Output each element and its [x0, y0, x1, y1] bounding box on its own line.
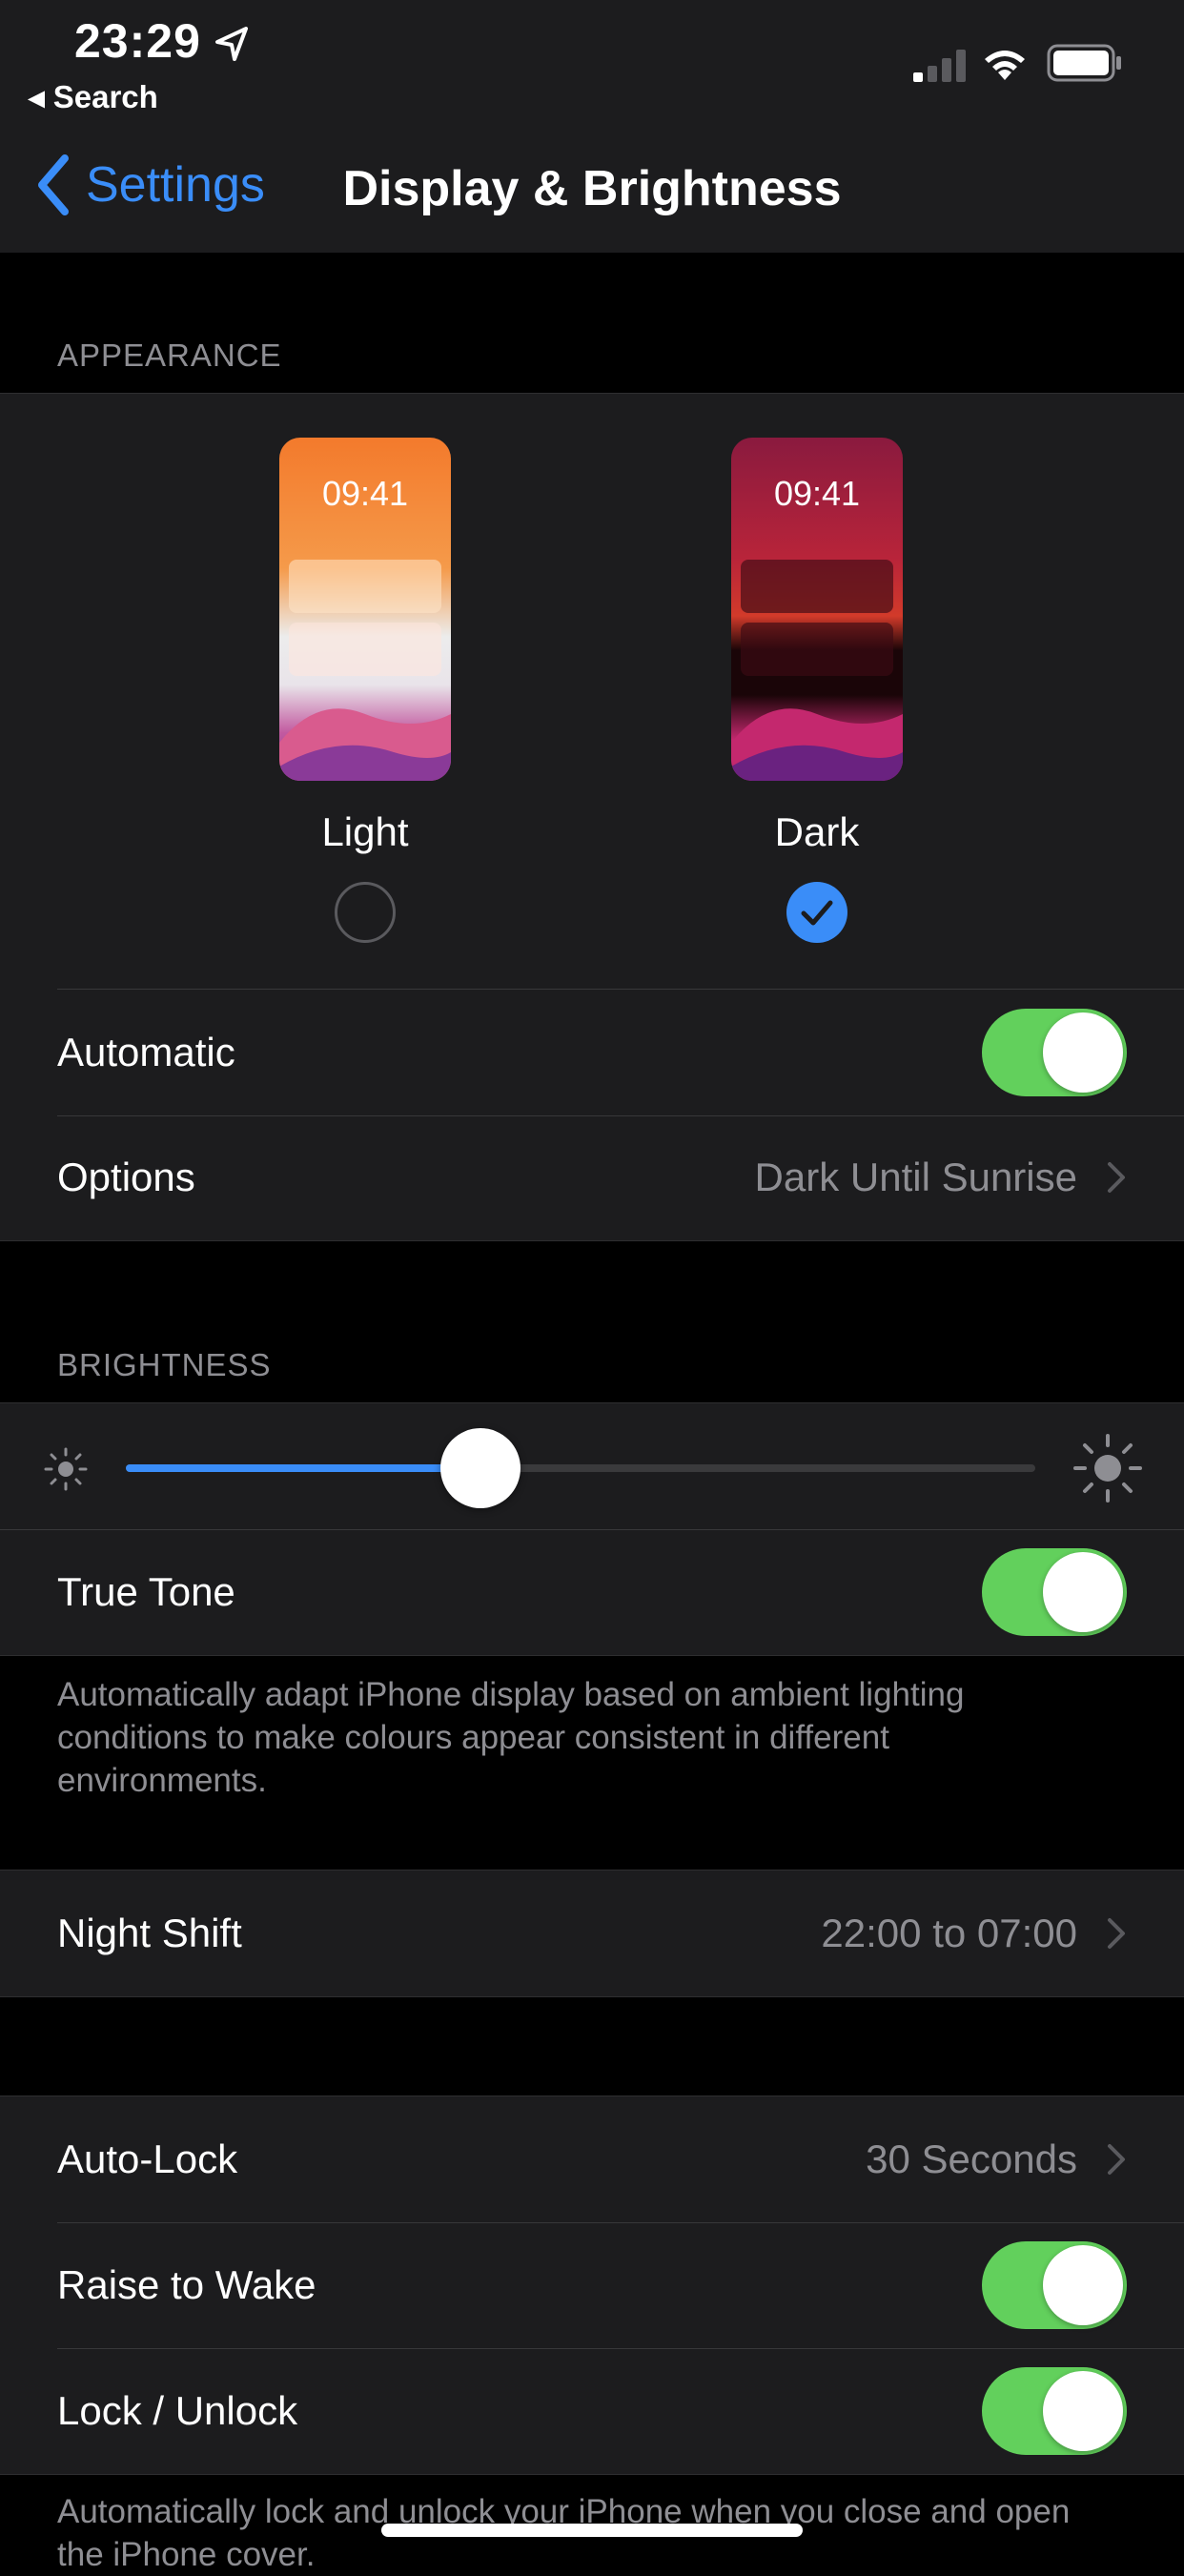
- options-label: Options: [57, 1155, 195, 1199]
- light-mode-label: Light: [321, 809, 409, 854]
- light-wallpaper-waves: [279, 708, 451, 781]
- true-tone-toggle[interactable]: [982, 1548, 1127, 1636]
- light-preview-card: [289, 623, 441, 676]
- toggle-knob: [1043, 1552, 1123, 1632]
- back-to-app-link[interactable]: ◂ Search: [29, 78, 158, 115]
- home-indicator[interactable]: [381, 2524, 803, 2537]
- true-tone-label: True Tone: [57, 1569, 235, 1614]
- lock-unlock-row: Lock / Unlock: [0, 2348, 1184, 2474]
- lock-unlock-toggle[interactable]: [982, 2367, 1127, 2455]
- light-preview-time: 09:41: [321, 474, 409, 513]
- dark-wallpaper-waves: [731, 708, 903, 781]
- battery-icon: [1047, 44, 1121, 82]
- brightness-header: BRIGHTNESS: [57, 1347, 272, 1382]
- status-time: 23:29: [74, 14, 201, 68]
- toggle-knob: [1043, 1012, 1123, 1093]
- automatic-toggle[interactable]: [982, 1009, 1127, 1096]
- night-shift-value: 22:00 to 07:00: [821, 1911, 1077, 1955]
- brightness-group: True Tone: [0, 1402, 1184, 1656]
- toggle-knob: [1043, 2245, 1123, 2325]
- toggle-knob: [1043, 2371, 1123, 2451]
- dark-mode-label: Dark: [774, 809, 860, 854]
- lock-unlock-label: Lock / Unlock: [57, 2388, 298, 2433]
- checkmark-icon: [801, 900, 833, 926]
- brightness-slider[interactable]: [126, 1428, 1035, 1508]
- auto-lock-row[interactable]: Auto-Lock 30 Seconds: [0, 2096, 1184, 2222]
- appearance-group: 09:41 Light 09:41 Dark Automatic Options…: [0, 393, 1184, 1241]
- light-mode-preview[interactable]: 09:41: [279, 438, 451, 781]
- lock-group: Auto-Lock 30 Seconds Raise to Wake Lock …: [0, 2096, 1184, 2475]
- dark-mode-radio[interactable]: [786, 882, 847, 943]
- sun-large-icon: [1073, 1434, 1142, 1503]
- chevron-right-icon: [1108, 1162, 1125, 1193]
- sun-small-icon: [44, 1447, 88, 1491]
- night-shift-group: Night Shift 22:00 to 07:00: [0, 1870, 1184, 1997]
- night-shift-label: Night Shift: [57, 1911, 242, 1955]
- brightness-fill: [126, 1464, 480, 1472]
- true-tone-footnote: Automatically adapt iPhone display based…: [57, 1676, 965, 1799]
- auto-lock-label: Auto-Lock: [57, 2136, 238, 2181]
- chevron-right-icon: [1108, 1918, 1125, 1949]
- wifi-icon: [985, 51, 1025, 80]
- auto-lock-value: 30 Seconds: [866, 2136, 1077, 2181]
- dark-preview-card: [741, 623, 893, 676]
- chevron-right-icon: [1108, 2144, 1125, 2175]
- raise-to-wake-label: Raise to Wake: [57, 2262, 316, 2307]
- appearance-header: APPEARANCE: [57, 337, 282, 373]
- automatic-label: Automatic: [57, 1030, 235, 1074]
- options-value: Dark Until Sunrise: [754, 1155, 1077, 1199]
- location-arrow-icon: [215, 27, 248, 61]
- light-preview-card: [289, 560, 441, 613]
- dark-mode-preview[interactable]: 09:41: [731, 438, 903, 781]
- night-shift-row[interactable]: Night Shift 22:00 to 07:00: [0, 1871, 1184, 1996]
- dark-preview-time: 09:41: [773, 474, 861, 513]
- true-tone-row: True Tone: [0, 1529, 1184, 1655]
- brightness-knob[interactable]: [440, 1428, 521, 1508]
- signal-icon: [913, 50, 966, 82]
- light-mode-radio[interactable]: [335, 882, 396, 943]
- options-row[interactable]: Options Dark Until Sunrise: [0, 1114, 1184, 1240]
- dark-preview-card: [741, 560, 893, 613]
- automatic-row: Automatic: [0, 990, 1184, 1115]
- raise-to-wake-toggle[interactable]: [982, 2241, 1127, 2329]
- page-title: Display & Brightness: [342, 161, 842, 216]
- raise-to-wake-row: Raise to Wake: [0, 2222, 1184, 2348]
